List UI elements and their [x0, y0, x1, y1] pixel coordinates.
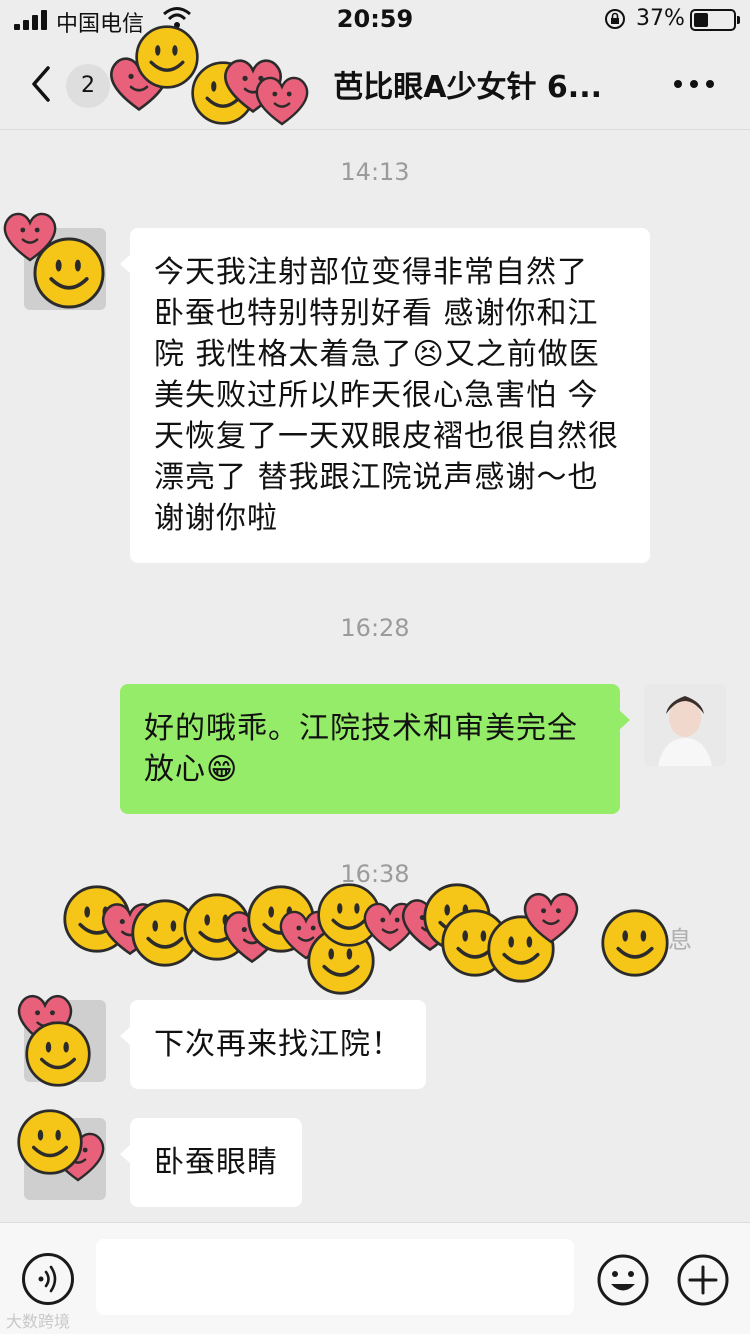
incoming-message-bubble[interactable]: 下次再来找江院！ [120, 1000, 426, 1089]
heart-sticker [520, 886, 582, 948]
message-text: 好的哦乖。江院技术和审美完全放心😁 [144, 711, 578, 787]
chat-screen: 中国电信 20:59 37% 2 芭比眼A少女针 6... 14:13 今天我注… [0, 0, 750, 1334]
input-bar [0, 1222, 750, 1334]
message-input[interactable] [96, 1239, 574, 1315]
battery-fill [694, 13, 708, 27]
rotation-lock-icon [605, 9, 625, 29]
message-timestamp: 14:13 [340, 158, 410, 186]
message-text: 今天我注射部位变得非常自然了 卧蚕也特别特别好看 感谢你和江院 我性格太着急了😣… [154, 255, 619, 536]
battery-icon [690, 9, 740, 31]
profile-photo [644, 684, 726, 766]
more-dots-icon[interactable] [672, 72, 716, 96]
battery-percent: 37% [636, 6, 685, 31]
smiley-sticker [24, 1020, 92, 1088]
voice-icon[interactable] [22, 1253, 74, 1305]
status-bar: 中国电信 20:59 37% [0, 0, 750, 40]
watermark-logo: 大数跨境 [6, 1308, 70, 1332]
smiley-sticker [32, 236, 106, 310]
unread-count-badge[interactable]: 2 [66, 64, 110, 108]
smiley-sticker [600, 908, 670, 978]
heart-sticker [252, 70, 312, 130]
chevron-left-icon[interactable] [26, 64, 56, 104]
outgoing-message-bubble[interactable]: 好的哦乖。江院技术和审美完全放心😁 [120, 684, 630, 814]
incoming-message-bubble[interactable]: 卧蚕眼睛 [120, 1118, 302, 1207]
incoming-message-bubble[interactable]: 今天我注射部位变得非常自然了 卧蚕也特别特别好看 感谢你和江院 我性格太着急了😣… [120, 228, 650, 563]
system-notice-tail: 息 [668, 926, 692, 954]
plus-icon[interactable] [676, 1253, 730, 1307]
message-text: 下次再来找江院！ [154, 1027, 402, 1062]
message-timestamp: 16:28 [340, 614, 410, 642]
watermark-text: 大数跨境 [6, 1312, 71, 1331]
my-avatar[interactable] [644, 684, 726, 766]
message-text: 卧蚕眼睛 [154, 1145, 278, 1180]
emoji-icon[interactable] [596, 1253, 650, 1307]
smiley-sticker [16, 1108, 84, 1176]
